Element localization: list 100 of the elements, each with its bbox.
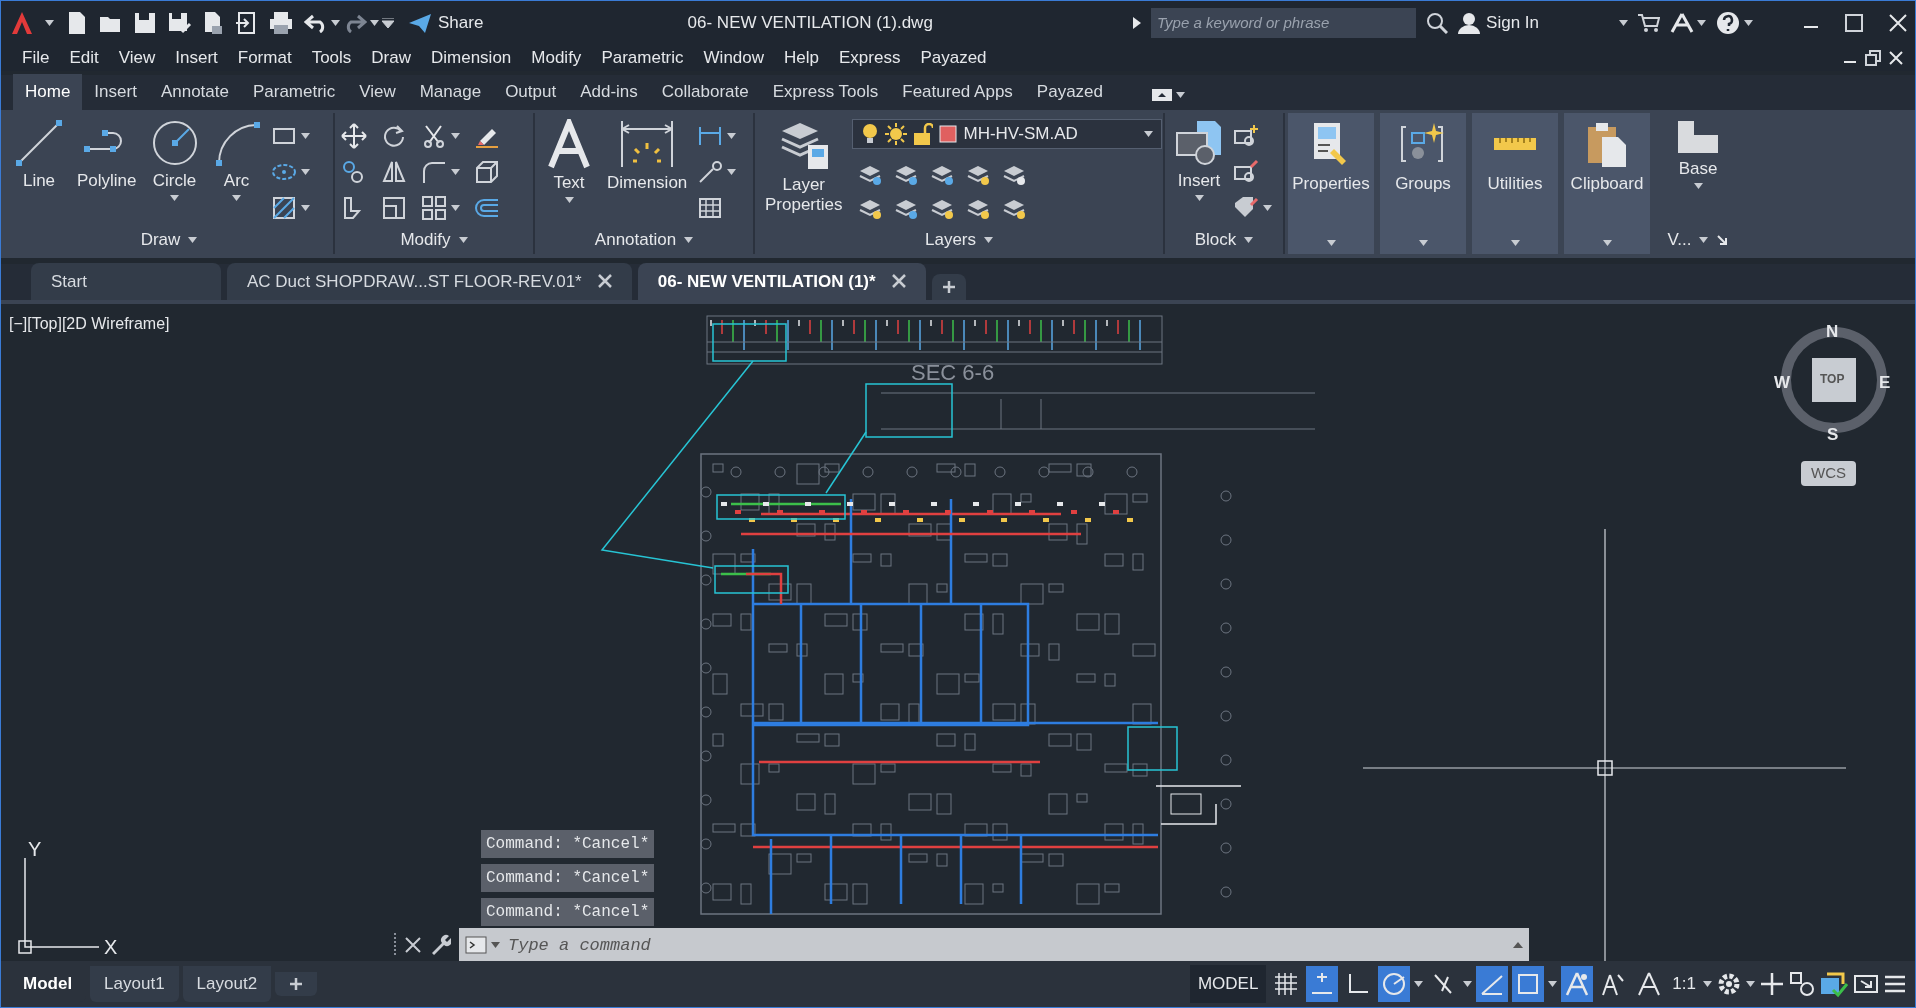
array-box-icon[interactable] bbox=[474, 159, 500, 185]
document-tab[interactable]: Start bbox=[31, 262, 221, 300]
polar-icon[interactable] bbox=[1381, 971, 1408, 997]
document-tab[interactable]: 06- NEW VENTILATION (1)* bbox=[637, 262, 926, 300]
ribbon-panel-button[interactable]: Groups bbox=[1380, 113, 1466, 254]
ribbon-tool-button[interactable]: Line bbox=[11, 119, 67, 192]
leader-icon[interactable] bbox=[697, 159, 724, 185]
grid-icon[interactable] bbox=[1273, 971, 1300, 997]
ribbon-tool-button[interactable]: Layer Properties bbox=[761, 119, 847, 216]
layout-tab[interactable]: Layout2 bbox=[182, 966, 272, 1002]
panel-title-button[interactable]: Modify bbox=[400, 227, 468, 253]
caret-icon[interactable] bbox=[300, 169, 310, 175]
layer-dropdown[interactable]: MH-HV-SM.AD bbox=[852, 119, 1163, 149]
rotate-icon[interactable] bbox=[381, 123, 407, 149]
caret-icon[interactable] bbox=[1548, 981, 1558, 987]
compass-south-label[interactable]: S bbox=[1827, 422, 1839, 448]
close-icon[interactable] bbox=[891, 274, 906, 289]
share-button[interactable]: Share bbox=[404, 7, 488, 38]
menu-item[interactable]: View bbox=[109, 44, 167, 71]
document-tab[interactable]: AC Duct SHOPDRAW...ST FLOOR-REV.01* bbox=[227, 262, 632, 300]
caret-icon[interactable] bbox=[727, 169, 737, 175]
new-tab-button[interactable] bbox=[931, 274, 966, 300]
ribbon-tab[interactable]: Collaborate bbox=[649, 73, 761, 110]
panel-title-button[interactable]: Layers bbox=[925, 227, 993, 253]
ribbon-panel-button[interactable]: Utilities bbox=[1472, 113, 1558, 254]
caret-icon[interactable] bbox=[331, 19, 340, 26]
caret-icon[interactable] bbox=[370, 19, 379, 26]
edit-block-icon[interactable] bbox=[1233, 159, 1259, 185]
ribbon-tab[interactable]: Express Tools bbox=[760, 73, 891, 110]
ribbon-tool-button[interactable]: Base bbox=[1670, 119, 1726, 190]
ribbon-tab[interactable]: Add-ins bbox=[568, 73, 650, 110]
ribbon-tab[interactable]: Payazed bbox=[1024, 73, 1116, 110]
hatch-icon[interactable] bbox=[270, 195, 297, 221]
caret-icon[interactable] bbox=[1463, 981, 1473, 987]
play-arrow-icon[interactable] bbox=[1133, 16, 1142, 29]
triangle-logo-icon[interactable] bbox=[1670, 11, 1694, 34]
printer-icon[interactable] bbox=[268, 9, 294, 36]
restore-icon[interactable] bbox=[1865, 49, 1881, 66]
move-icon[interactable] bbox=[341, 123, 367, 149]
ucs-dropdown[interactable]: WCS bbox=[1801, 461, 1856, 486]
caret-icon[interactable] bbox=[1176, 92, 1186, 98]
menu-item[interactable]: Tools bbox=[302, 44, 363, 71]
ribbon-tab[interactable]: Insert bbox=[82, 73, 149, 110]
compass-east-label[interactable]: E bbox=[1879, 370, 1891, 396]
terminal-icon[interactable] bbox=[465, 936, 487, 954]
ribbon-tool-button[interactable]: Circle bbox=[146, 119, 203, 202]
menu-item[interactable]: Dimension bbox=[422, 44, 523, 71]
create-block-icon[interactable] bbox=[1233, 123, 1259, 149]
caret-icon[interactable] bbox=[1619, 19, 1628, 26]
caret-icon[interactable] bbox=[1697, 19, 1706, 26]
ribbon-tool-button[interactable]: Insert bbox=[1171, 119, 1227, 202]
annotation-scale-button[interactable]: 1:1 bbox=[1669, 966, 1699, 1002]
panel-title-button[interactable]: V... bbox=[1667, 227, 1709, 253]
panel-title-button[interactable]: Block bbox=[1194, 227, 1254, 253]
ribbon-panel-button[interactable]: Clipboard bbox=[1564, 113, 1650, 254]
compass-north-label[interactable]: N bbox=[1826, 319, 1839, 345]
menu-item[interactable]: Express bbox=[830, 44, 912, 71]
grip-icon[interactable] bbox=[393, 933, 397, 957]
plus-icon[interactable] bbox=[1759, 971, 1785, 997]
ribbon-tab[interactable]: Home bbox=[13, 73, 83, 110]
maximize-icon[interactable] bbox=[1845, 13, 1863, 32]
ribbon-tool-button[interactable]: Arc bbox=[208, 119, 265, 202]
expand-arrow-icon[interactable] bbox=[1513, 942, 1523, 948]
search-field[interactable]: Type a keyword or phrase bbox=[1151, 7, 1417, 38]
close-icon[interactable] bbox=[1889, 50, 1903, 65]
menu-item[interactable]: Draw bbox=[362, 44, 422, 71]
array-icon[interactable] bbox=[421, 195, 447, 221]
caret-icon[interactable] bbox=[451, 205, 460, 211]
ribbon-panel-button[interactable]: Properties bbox=[1288, 113, 1374, 254]
ribbon-tab[interactable]: Annotate bbox=[148, 73, 241, 110]
customize-icon[interactable] bbox=[382, 17, 394, 28]
caret-icon[interactable] bbox=[1746, 981, 1755, 987]
ribbon-tab[interactable]: Parametric bbox=[240, 73, 348, 110]
isolate-objects-icon[interactable] bbox=[1789, 971, 1815, 997]
ribbon-tab[interactable]: Manage bbox=[407, 73, 494, 110]
mirror-icon[interactable] bbox=[381, 159, 407, 185]
panel-toggle-icon[interactable] bbox=[1151, 88, 1174, 102]
annotation-visibility-icon[interactable] bbox=[1564, 971, 1591, 997]
menu-item[interactable]: Insert bbox=[166, 44, 229, 71]
caret-icon[interactable] bbox=[45, 19, 54, 26]
caret-icon[interactable] bbox=[1703, 981, 1712, 987]
sign-in-button[interactable]: Sign In bbox=[1458, 9, 1539, 36]
ribbon-tab[interactable]: View bbox=[347, 73, 408, 110]
caret-icon[interactable] bbox=[300, 205, 310, 211]
layout-tab[interactable]: Layout1 bbox=[90, 966, 179, 1002]
caret-icon[interactable] bbox=[727, 133, 737, 139]
menu-icon[interactable] bbox=[1883, 973, 1907, 995]
search-icon[interactable] bbox=[1426, 11, 1449, 34]
close-icon[interactable] bbox=[597, 274, 612, 289]
panel-title-button[interactable]: Draw bbox=[140, 227, 198, 253]
ribbon-tab[interactable]: Featured Apps bbox=[890, 73, 1025, 110]
viewcube-face-label[interactable]: TOP bbox=[1820, 370, 1845, 388]
caret-icon[interactable] bbox=[1263, 205, 1272, 211]
launcher-icon[interactable] bbox=[1716, 234, 1729, 246]
ribbon-tab[interactable]: Output bbox=[493, 73, 569, 110]
close-icon[interactable] bbox=[1889, 13, 1907, 32]
hardware-acceleration-icon[interactable] bbox=[1819, 970, 1849, 998]
clean-screen-icon[interactable] bbox=[1853, 973, 1879, 995]
trim-icon[interactable] bbox=[421, 123, 447, 149]
add-layout-button[interactable] bbox=[275, 972, 318, 996]
